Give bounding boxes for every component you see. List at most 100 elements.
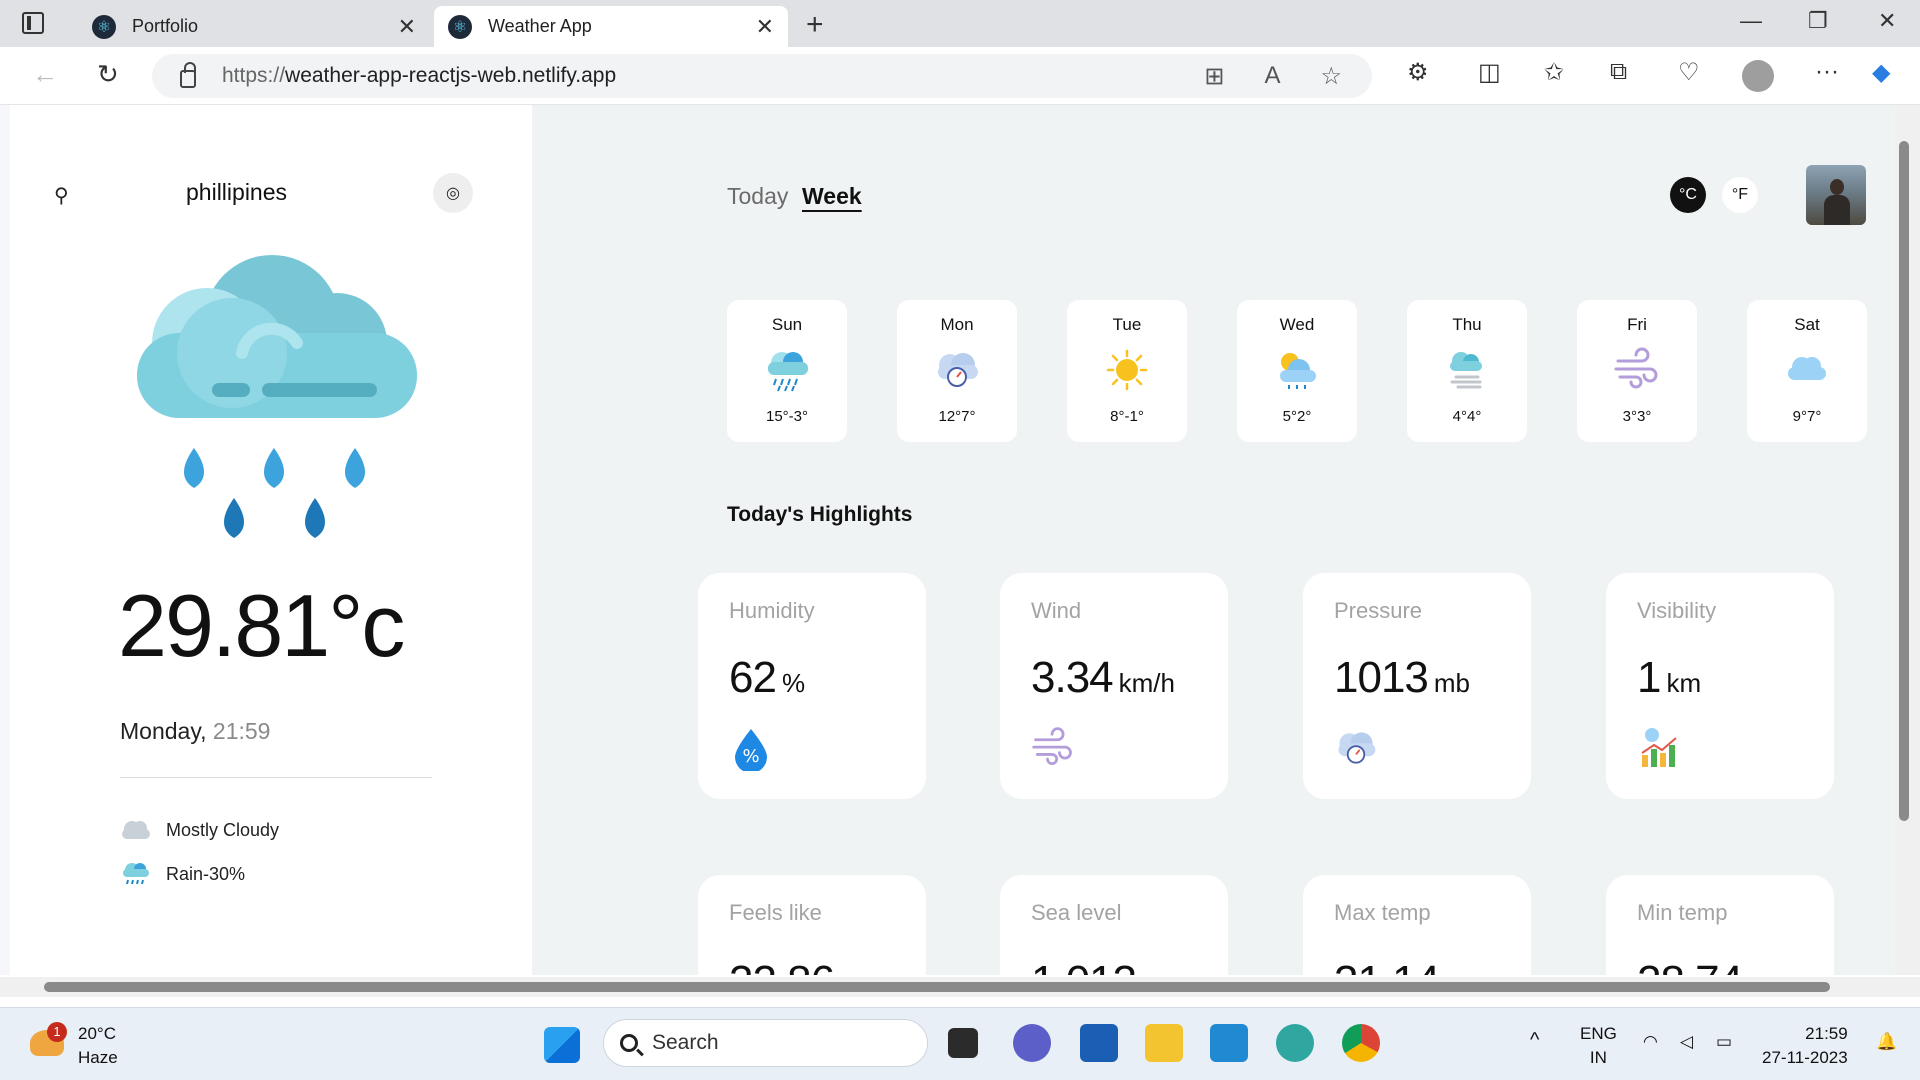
search-input[interactable]: phillipines	[186, 179, 287, 206]
highlights-title: Today's Highlights	[727, 503, 913, 526]
collections-icon[interactable]: ⧉	[1610, 58, 1627, 86]
back-icon[interactable]: ←	[32, 59, 58, 90]
highlight-label: Visibility	[1637, 598, 1717, 623]
partly-cloudy-icon	[1280, 353, 1316, 389]
split-screen-icon[interactable]: ◫	[1478, 58, 1501, 87]
read-aloud-icon[interactable]: A	[1264, 62, 1280, 91]
highlight-max-temp: Max temp 31.14°	[1303, 875, 1531, 975]
file-explorer-icon[interactable]	[1145, 1024, 1183, 1062]
react-icon: ⚛	[448, 14, 472, 39]
main-panel: Today Week °C °F Sun 15°-3° Mon 12°7° Tu…	[532, 105, 1902, 975]
windows-taskbar: 1 20°C Haze Search ^ ENG IN ◠ ◁ ▭ 21:59 27-…	[0, 1007, 1920, 1080]
profile-avatar[interactable]	[1742, 60, 1774, 92]
taskbar-search[interactable]: Search	[603, 1019, 928, 1067]
favorites-icon[interactable]: ✩	[1544, 58, 1564, 87]
highlight-value: 3.34 km/h	[1031, 653, 1175, 702]
day-card-tue[interactable]: Tue 8°-1°	[1067, 300, 1187, 442]
restore-button[interactable]: ❐	[1808, 8, 1828, 34]
tab-weather-app[interactable]: ⚛ Weather App ✕	[434, 6, 788, 47]
humidity-icon: %	[735, 729, 767, 771]
notification-bell-icon[interactable]: 🔔	[1876, 1030, 1897, 1054]
profile-photo[interactable]	[1806, 165, 1866, 225]
day-card-thu[interactable]: Thu 4°4°	[1407, 300, 1527, 442]
rain-cloud-icon	[768, 352, 808, 392]
highlight-pressure: Pressure 1013 mb	[1303, 573, 1531, 799]
volume-icon[interactable]: ◁	[1680, 1030, 1693, 1054]
current-location-button[interactable]: ◎	[433, 173, 473, 213]
day-card-fri[interactable]: Fri 3°3°	[1577, 300, 1697, 442]
new-tab-button[interactable]: +	[806, 8, 824, 42]
day-temp: 4°4°	[1452, 408, 1482, 425]
copilot-icon[interactable]: ◆	[1872, 58, 1890, 87]
browser-essentials-icon[interactable]: ♡	[1678, 58, 1700, 87]
close-icon[interactable]: ✕	[398, 14, 416, 40]
condition-label: Rain-30%	[166, 863, 246, 884]
vertical-scroll-thumb[interactable]	[1899, 141, 1909, 821]
tab-today[interactable]: Today	[727, 183, 788, 210]
visibility-icon	[1641, 728, 1677, 767]
minimize-button[interactable]: —	[1740, 8, 1762, 34]
edge-icon[interactable]	[1276, 1024, 1314, 1062]
extensions-icon[interactable]: ⚙	[1407, 58, 1429, 87]
lock-icon[interactable]	[180, 62, 196, 88]
current-datetime: Monday, 21:59	[120, 718, 271, 744]
haze-cloud-icon	[1450, 352, 1482, 389]
battery-icon[interactable]: ▭	[1716, 1030, 1732, 1054]
highlight-value: 32.86°	[729, 957, 851, 975]
day-card-sat[interactable]: Sat 9°7°	[1747, 300, 1867, 442]
highlight-label: Max temp	[1334, 900, 1431, 925]
highlight-wind: Wind 3.34 km/h	[1000, 573, 1228, 799]
svg-text:%: %	[742, 746, 759, 767]
apps-icon[interactable]: ⊞	[1204, 62, 1224, 91]
horizontal-scroll-thumb[interactable]	[44, 982, 1830, 992]
day-temp: 12°7°	[938, 408, 976, 425]
tab-week[interactable]: Week	[802, 183, 862, 210]
language-indicator[interactable]: ENG IN	[1580, 1022, 1617, 1070]
highlight-value: 1 km	[1637, 653, 1702, 702]
divider	[120, 777, 432, 778]
day-name: Tue	[1112, 315, 1142, 334]
day-name: Sun	[771, 315, 803, 334]
teams-chat-icon[interactable]	[1013, 1024, 1051, 1062]
day-name: Fri	[1627, 315, 1647, 334]
wifi-icon[interactable]: ◠	[1643, 1030, 1658, 1054]
windows-start-icon[interactable]	[544, 1027, 580, 1063]
vscode-icon[interactable]	[1210, 1024, 1248, 1062]
celsius-toggle[interactable]: °C	[1670, 177, 1706, 213]
highlight-label: Pressure	[1334, 598, 1423, 623]
address-toolbar: ← ↻ https://weather-app-reactjs-web.netl…	[0, 47, 1920, 105]
tab-portfolio[interactable]: ⚛ Portfolio ✕	[78, 6, 430, 47]
search-icon[interactable]: ⚲	[54, 183, 69, 208]
highlight-min-temp: Min temp 28.74°	[1606, 875, 1834, 975]
chevron-up-icon[interactable]: ^	[1530, 1028, 1539, 1052]
page-content: ⚲ phillipines ◎ 29.81°c Monday, 21:59 Mo…	[0, 105, 1920, 997]
url-bar[interactable]: https://weather-app-reactjs-web.netlify.…	[152, 54, 1372, 98]
task-view-icon[interactable]	[948, 1028, 978, 1058]
refresh-icon[interactable]: ↻	[97, 59, 119, 90]
microsoft-store-icon[interactable]	[1080, 1024, 1118, 1062]
current-temperature: 29.81°c	[118, 576, 405, 675]
window-close-button[interactable]: ✕	[1878, 8, 1896, 34]
highlight-label: Humidity	[729, 598, 815, 623]
day-temp: 8°-1°	[1110, 408, 1144, 425]
close-icon[interactable]: ✕	[756, 14, 774, 40]
chrome-icon[interactable]	[1342, 1024, 1380, 1062]
weather-text: 20°C Haze	[78, 1024, 118, 1067]
highlight-label: Sea level	[1031, 900, 1122, 925]
cloud-icon	[1788, 357, 1826, 380]
highlight-value: 28.74°	[1637, 957, 1759, 975]
day-card-sun[interactable]: Sun 15°-3°	[727, 300, 847, 442]
day-temp: 3°3°	[1622, 408, 1652, 425]
more-menu-icon[interactable]: ···	[1815, 58, 1839, 86]
favorite-star-icon[interactable]: ☆	[1320, 62, 1342, 91]
day-card-mon[interactable]: Mon 12°7°	[897, 300, 1017, 442]
fahrenheit-toggle[interactable]: °F	[1722, 177, 1758, 213]
react-icon: ⚛	[92, 14, 116, 39]
tab-label: Weather App	[488, 16, 592, 36]
day-temp: 15°-3°	[765, 408, 809, 425]
clock[interactable]: 21:59 27-11-2023	[1762, 1022, 1848, 1070]
highlight-visibility: Visibility 1 km	[1606, 573, 1834, 799]
sun-icon	[1106, 349, 1148, 391]
tab-actions-icon[interactable]	[22, 12, 44, 34]
day-card-wed[interactable]: Wed 5°2°	[1237, 300, 1357, 442]
